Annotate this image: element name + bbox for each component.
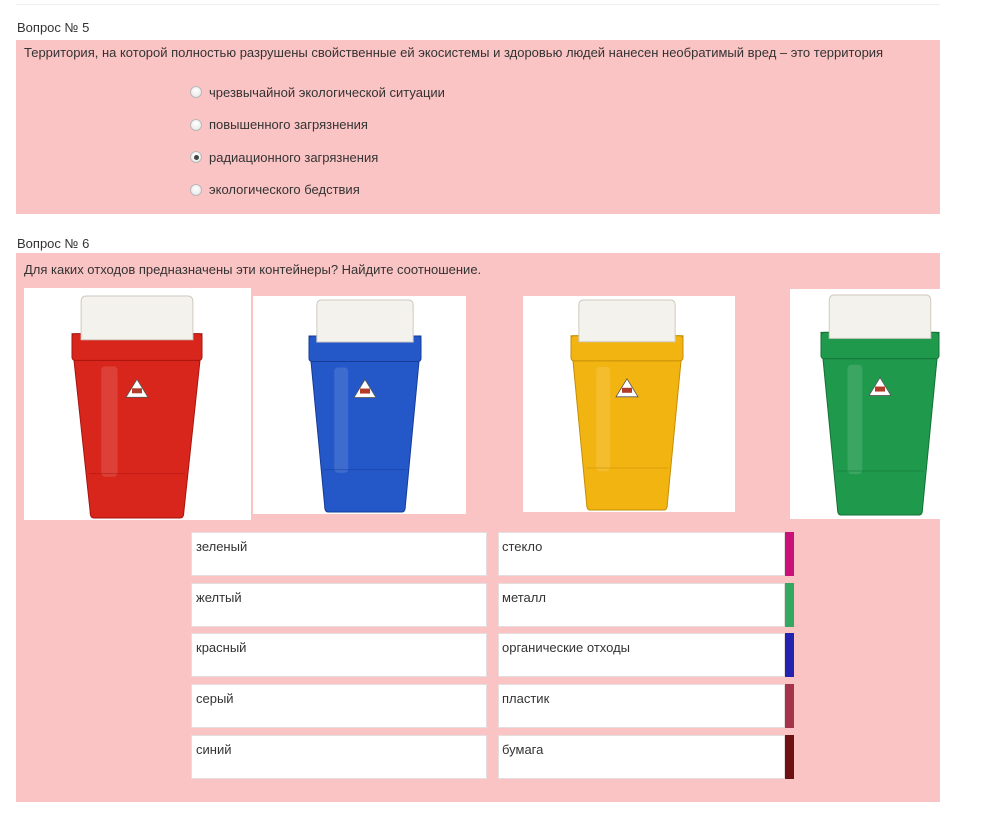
radio-button-2[interactable]: [190, 118, 202, 131]
match-color-bar-1[interactable]: [785, 532, 794, 576]
question-5-panel: Территория, на которой полностью разруше…: [16, 40, 940, 214]
option-4-label: экологического бедствия: [209, 182, 360, 197]
question-5-options: чрезвычайной экологической ситуации повы…: [190, 82, 445, 212]
option-4[interactable]: экологического бедствия: [190, 180, 445, 200]
top-divider: [16, 4, 940, 5]
match-color-bar-4[interactable]: [785, 684, 794, 728]
question-5-text: Территория, на которой полностью разруше…: [24, 45, 884, 60]
radio-button-3[interactable]: [190, 151, 202, 163]
blue-bin-drawing: [308, 299, 422, 513]
right-item-2[interactable]: металл: [498, 583, 785, 627]
yellow-bin-image: [523, 296, 735, 512]
right-item-5[interactable]: бумага: [498, 735, 785, 779]
question-6-title: Вопрос № 6: [17, 236, 90, 251]
left-item-1[interactable]: зеленый: [191, 532, 487, 576]
option-2-label: повышенного загрязнения: [209, 117, 368, 132]
left-item-3[interactable]: красный: [191, 633, 487, 677]
right-item-3[interactable]: органические отходы: [498, 633, 785, 677]
option-2[interactable]: повышенного загрязнения: [190, 115, 445, 135]
option-3[interactable]: радиационного загрязнения: [190, 147, 445, 167]
option-1-label: чрезвычайной экологической ситуации: [209, 84, 445, 100]
right-item-1[interactable]: стекло: [498, 532, 785, 576]
left-item-2[interactable]: желтый: [191, 583, 487, 627]
yellow-bin-drawing: [570, 299, 684, 511]
green-bin-drawing: [820, 294, 940, 516]
right-item-4[interactable]: пластик: [498, 684, 785, 728]
left-item-4[interactable]: серый: [191, 684, 487, 728]
green-bin-image: [790, 289, 968, 519]
question-5-title: Вопрос № 5: [17, 20, 90, 35]
red-bin-image: [24, 288, 251, 520]
match-color-bar-5[interactable]: [785, 735, 794, 779]
radio-button-4[interactable]: [190, 183, 202, 196]
question-6-text: Для каких отходов предназначены эти конт…: [24, 262, 482, 277]
option-1[interactable]: чрезвычайной экологической ситуации: [190, 82, 445, 102]
match-color-bar-2[interactable]: [785, 583, 794, 627]
match-color-bar-3[interactable]: [785, 633, 794, 677]
option-3-label: радиационного загрязнения: [209, 149, 379, 165]
red-bin-drawing: [71, 295, 203, 519]
left-item-5[interactable]: синий: [191, 735, 487, 779]
blue-bin-image: [253, 296, 466, 514]
radio-button-1[interactable]: [190, 86, 202, 98]
